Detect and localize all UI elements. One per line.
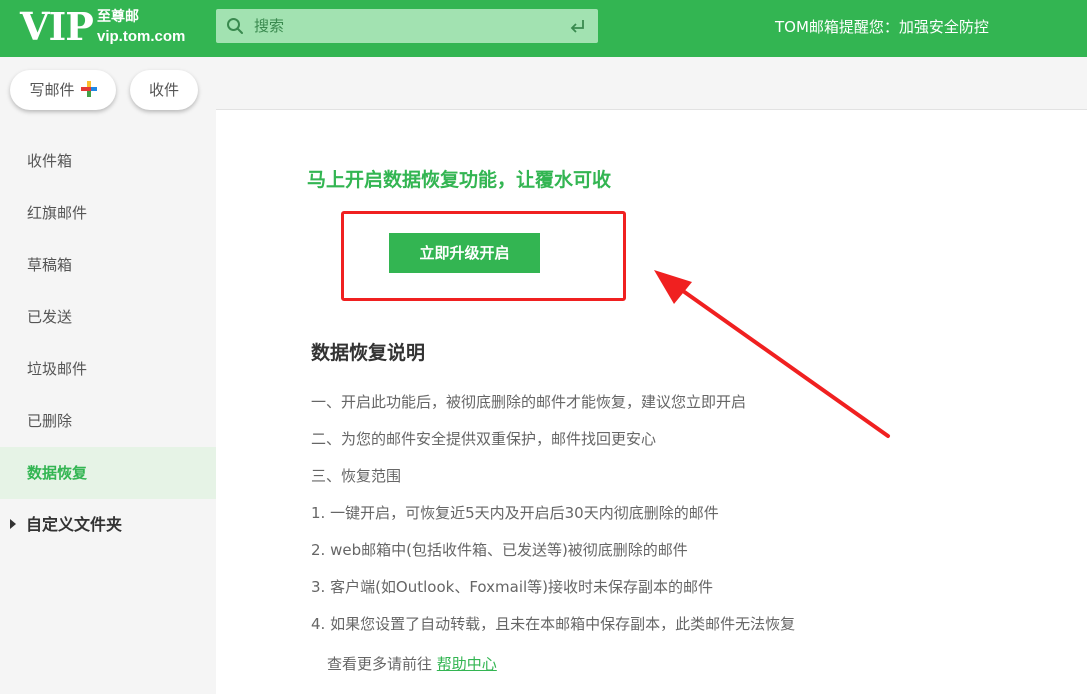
top-header: VIP 至尊邮 vip.tom.com TOM邮箱提醒您：加强安全防控 — [0, 0, 1087, 57]
help-center-link[interactable]: 帮助中心 — [437, 655, 497, 673]
sidebar-item-deleted[interactable]: 已删除 — [0, 395, 216, 447]
sidebar-item-inbox[interactable]: 收件箱 — [0, 135, 216, 187]
sidebar-custom-folders[interactable]: 自定义文件夹 — [0, 499, 216, 551]
enter-icon[interactable] — [568, 17, 586, 35]
red-arrow-annotation — [654, 270, 890, 438]
help-prefix: 查看更多请前往 — [327, 655, 433, 673]
sidebar-item-spam[interactable]: 垃圾邮件 — [0, 343, 216, 395]
desc-line: 一、开启此功能后，被彻底删除的邮件才能恢复，建议您立即开启 — [311, 393, 747, 411]
custom-folder-label: 自定义文件夹 — [26, 515, 123, 534]
receive-button[interactable]: 收件 — [130, 70, 198, 110]
search-input[interactable] — [254, 10, 554, 42]
logo-subtitle: 至尊邮 — [97, 9, 139, 25]
compose-label: 写邮件 — [29, 81, 75, 99]
sidebar: 写邮件 收件 收件箱 红旗邮件 草稿箱 已发送 垃圾邮件 已删除 数据恢复 自定… — [0, 57, 216, 694]
sidebar-item-drafts[interactable]: 草稿箱 — [0, 239, 216, 291]
sidebar-item-flagged[interactable]: 红旗邮件 — [0, 187, 216, 239]
desc-line: 4. 如果您设置了自动转载，且未在本邮箱中保存副本，此类邮件无法恢复 — [311, 615, 796, 633]
logo-domain: vip.tom.com — [97, 28, 186, 45]
compose-button[interactable]: 写邮件 — [10, 70, 116, 110]
page-title: 马上开启数据恢复功能，让覆水可收 — [307, 169, 612, 191]
folder-list: 收件箱 红旗邮件 草稿箱 已发送 垃圾邮件 已删除 数据恢复 自定义文件夹 — [0, 135, 216, 551]
caret-right-icon[interactable] — [10, 519, 16, 529]
toolbar-strip — [216, 57, 1087, 110]
plus-icon — [80, 81, 97, 97]
help-line: 查看更多请前往 帮助中心 — [327, 654, 497, 674]
search-box[interactable] — [216, 9, 598, 43]
desc-line: 三、恢复范围 — [311, 467, 402, 485]
sidebar-item-sent[interactable]: 已发送 — [0, 291, 216, 343]
security-notice: TOM邮箱提醒您：加强安全防控 — [775, 18, 989, 36]
search-icon[interactable] — [226, 17, 244, 35]
section-title: 数据恢复说明 — [311, 342, 426, 364]
logo-vip[interactable]: VIP — [20, 4, 94, 50]
desc-line: 3. 客户端(如Outlook、Foxmail等)接收时未保存副本的邮件 — [311, 578, 714, 596]
desc-line: 1. 一键开启，可恢复近5天内及开启后30天内彻底删除的邮件 — [311, 504, 719, 522]
desc-line: 2. web邮箱中(包括收件箱、已发送等)被彻底删除的邮件 — [311, 541, 688, 559]
sidebar-item-data-recovery[interactable]: 数据恢复 — [0, 447, 216, 499]
desc-line: 二、为您的邮件安全提供双重保护，邮件找回更安心 — [311, 430, 657, 448]
upgrade-enable-button[interactable]: 立即升级开启 — [389, 233, 540, 273]
